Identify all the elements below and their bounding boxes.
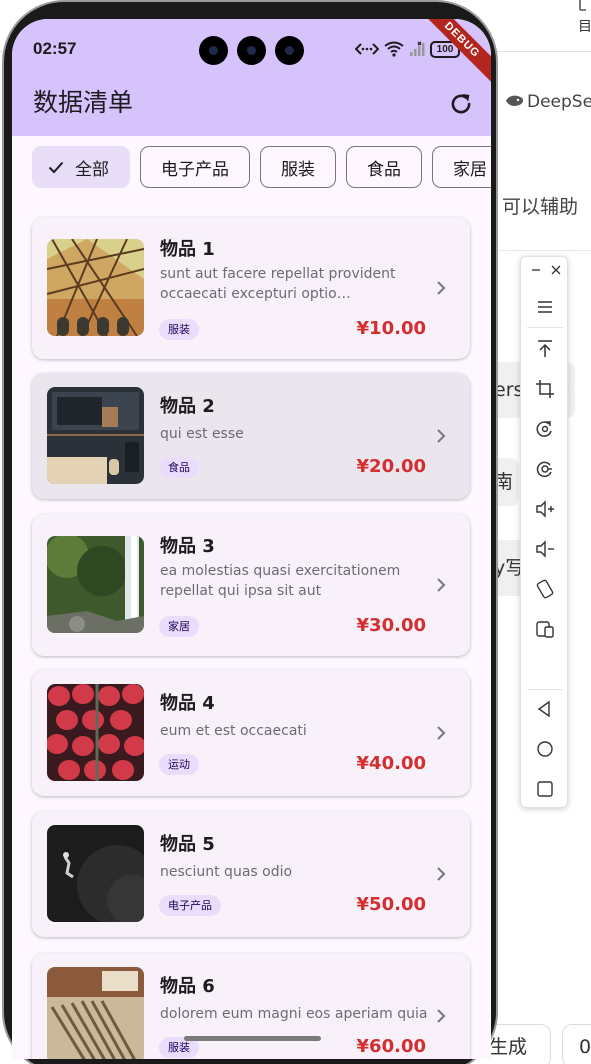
- description-text: ea molestias quasi exercitationem repell…: [160, 563, 401, 599]
- item-description: eum et est occaecati: [160, 723, 307, 739]
- tab-label: 目: [578, 19, 591, 35]
- chevron-right-icon: [437, 867, 446, 881]
- item-price: ¥40.00: [356, 753, 426, 774]
- multi-window-icon[interactable]: [533, 617, 557, 641]
- description-text: sunt aut facere repellat provident occae…: [160, 266, 396, 302]
- chip-label: 电子产品: [161, 159, 229, 180]
- item-title: 物品 1: [160, 239, 215, 260]
- filter-chip-clothing[interactable]: 服装: [260, 146, 336, 188]
- deepseek-label[interactable]: DeepSe: [505, 92, 591, 112]
- list-item[interactable]: 物品 4 eum et est occaecati 运动 ¥40.00: [32, 670, 470, 796]
- status-time: 02:57: [33, 39, 77, 58]
- chevron-right-icon: [437, 578, 446, 592]
- diver-photo: [47, 825, 144, 922]
- filter-chips: 全部 电子产品 服装 食品 家居: [32, 146, 491, 188]
- wifi-icon: [384, 41, 404, 57]
- volume-down-icon[interactable]: [533, 537, 557, 561]
- waterfall-photo: [47, 536, 144, 633]
- item-description: dolorem eum magni eos aperiam quia: [160, 1006, 428, 1022]
- list-item[interactable]: 物品 3 ea molestias quasi exercitationem r…: [32, 514, 470, 656]
- category-badge: 电子产品: [159, 895, 221, 916]
- item-price: ¥50.00: [356, 894, 426, 915]
- item-price: ¥30.00: [356, 615, 426, 636]
- home-indicator[interactable]: [184, 1036, 321, 1041]
- chevron-right-icon: [437, 1009, 446, 1023]
- chip-label: 服装: [281, 159, 315, 180]
- volume-up-icon[interactable]: [533, 497, 557, 521]
- tab-icon: [579, 0, 586, 11]
- chevron-right-icon: [437, 429, 446, 443]
- item-description: qui est esse: [160, 426, 244, 442]
- phone-frame: 02:57 100 DEBUG 数据清单 全部 电子产品 服装 食品 家居 物品…: [4, 2, 496, 1064]
- chevron-right-icon: [437, 281, 446, 295]
- pin-top-icon[interactable]: [533, 337, 557, 361]
- item-title: 物品 5: [160, 834, 215, 855]
- item-description: sunt aut facere repellat provident occae…: [160, 264, 430, 304]
- category-badge: 运动: [159, 754, 199, 775]
- category-badge: 食品: [159, 457, 199, 478]
- toolbar-divider: [527, 327, 563, 328]
- rotate-screen-icon[interactable]: [533, 577, 557, 601]
- list-item[interactable]: 物品 6 dolorem eum magni eos aperiam quia …: [32, 953, 470, 1059]
- item-description: nesciunt quas odio: [160, 864, 293, 880]
- recents-icon[interactable]: [533, 777, 557, 801]
- browser-tab[interactable]: 目: [578, 0, 591, 38]
- filter-chip-electronics[interactable]: 电子产品: [140, 146, 250, 188]
- home-icon[interactable]: [533, 737, 557, 761]
- list-item[interactable]: 物品 5 nesciunt quas odio 电子产品 ¥50.00: [32, 811, 470, 937]
- chip-label: 全部: [75, 159, 109, 180]
- page-title: 数据清单: [33, 88, 134, 117]
- menu-icon[interactable]: [533, 295, 557, 319]
- background-chip[interactable]: 0: [562, 1024, 591, 1064]
- chevron-right-icon: [437, 726, 446, 740]
- item-title: 物品 3: [160, 536, 215, 557]
- chip-label: 食品: [367, 159, 401, 180]
- back-icon[interactable]: [533, 697, 557, 721]
- minimize-icon[interactable]: [529, 263, 543, 277]
- tools-photo: [47, 967, 144, 1059]
- strawberries-photo: [47, 684, 144, 781]
- refresh-icon[interactable]: [448, 91, 474, 117]
- item-price: ¥20.00: [356, 456, 426, 477]
- deepseek-logo-icon: [506, 95, 523, 106]
- chip-label: 家居: [453, 159, 487, 180]
- toolbar-divider: [527, 689, 563, 690]
- camera-icon: [237, 36, 266, 65]
- item-title: 物品 4: [160, 693, 215, 714]
- category-badge: 服装: [159, 319, 199, 340]
- camera-icon: [275, 36, 304, 65]
- filter-chip-all[interactable]: 全部: [32, 146, 130, 188]
- check-icon: [48, 161, 64, 174]
- category-badge: 家居: [159, 616, 199, 637]
- item-description: ea molestias quasi exercitationem repell…: [160, 561, 430, 601]
- status-icons: 100: [355, 39, 460, 59]
- desk-workspace-photo: [47, 387, 144, 484]
- phone-screen: 02:57 100 DEBUG 数据清单 全部 电子产品 服装 食品 家居 物品…: [12, 19, 491, 1059]
- item-title: 物品 6: [160, 976, 215, 997]
- divider: [490, 250, 591, 251]
- item-price: ¥60.00: [356, 1036, 426, 1057]
- list-item[interactable]: 物品 1 sunt aut facere repellat provident …: [32, 217, 470, 359]
- item-price: ¥10.00: [356, 318, 426, 339]
- filter-chip-food[interactable]: 食品: [346, 146, 422, 188]
- item-title: 物品 2: [160, 396, 215, 417]
- architecture-photo: [47, 239, 144, 336]
- app-bar: 02:57 100 DEBUG 数据清单: [12, 19, 491, 136]
- emulator-toolbar: [520, 256, 568, 808]
- deepseek-text: DeepSe: [527, 92, 591, 112]
- crop-icon[interactable]: [533, 377, 557, 401]
- filter-chip-home[interactable]: 家居: [432, 146, 491, 188]
- list-item[interactable]: 物品 2 qui est esse 食品 ¥20.00: [32, 373, 470, 499]
- assist-text: 可以辅助: [502, 196, 579, 218]
- rotate-icon[interactable]: [533, 417, 557, 441]
- close-icon[interactable]: [549, 263, 563, 277]
- signal-icon: [410, 41, 425, 56]
- data-transfer-icon: [355, 43, 379, 55]
- camera-icon: [199, 36, 228, 65]
- screenshot-icon[interactable]: [533, 457, 557, 481]
